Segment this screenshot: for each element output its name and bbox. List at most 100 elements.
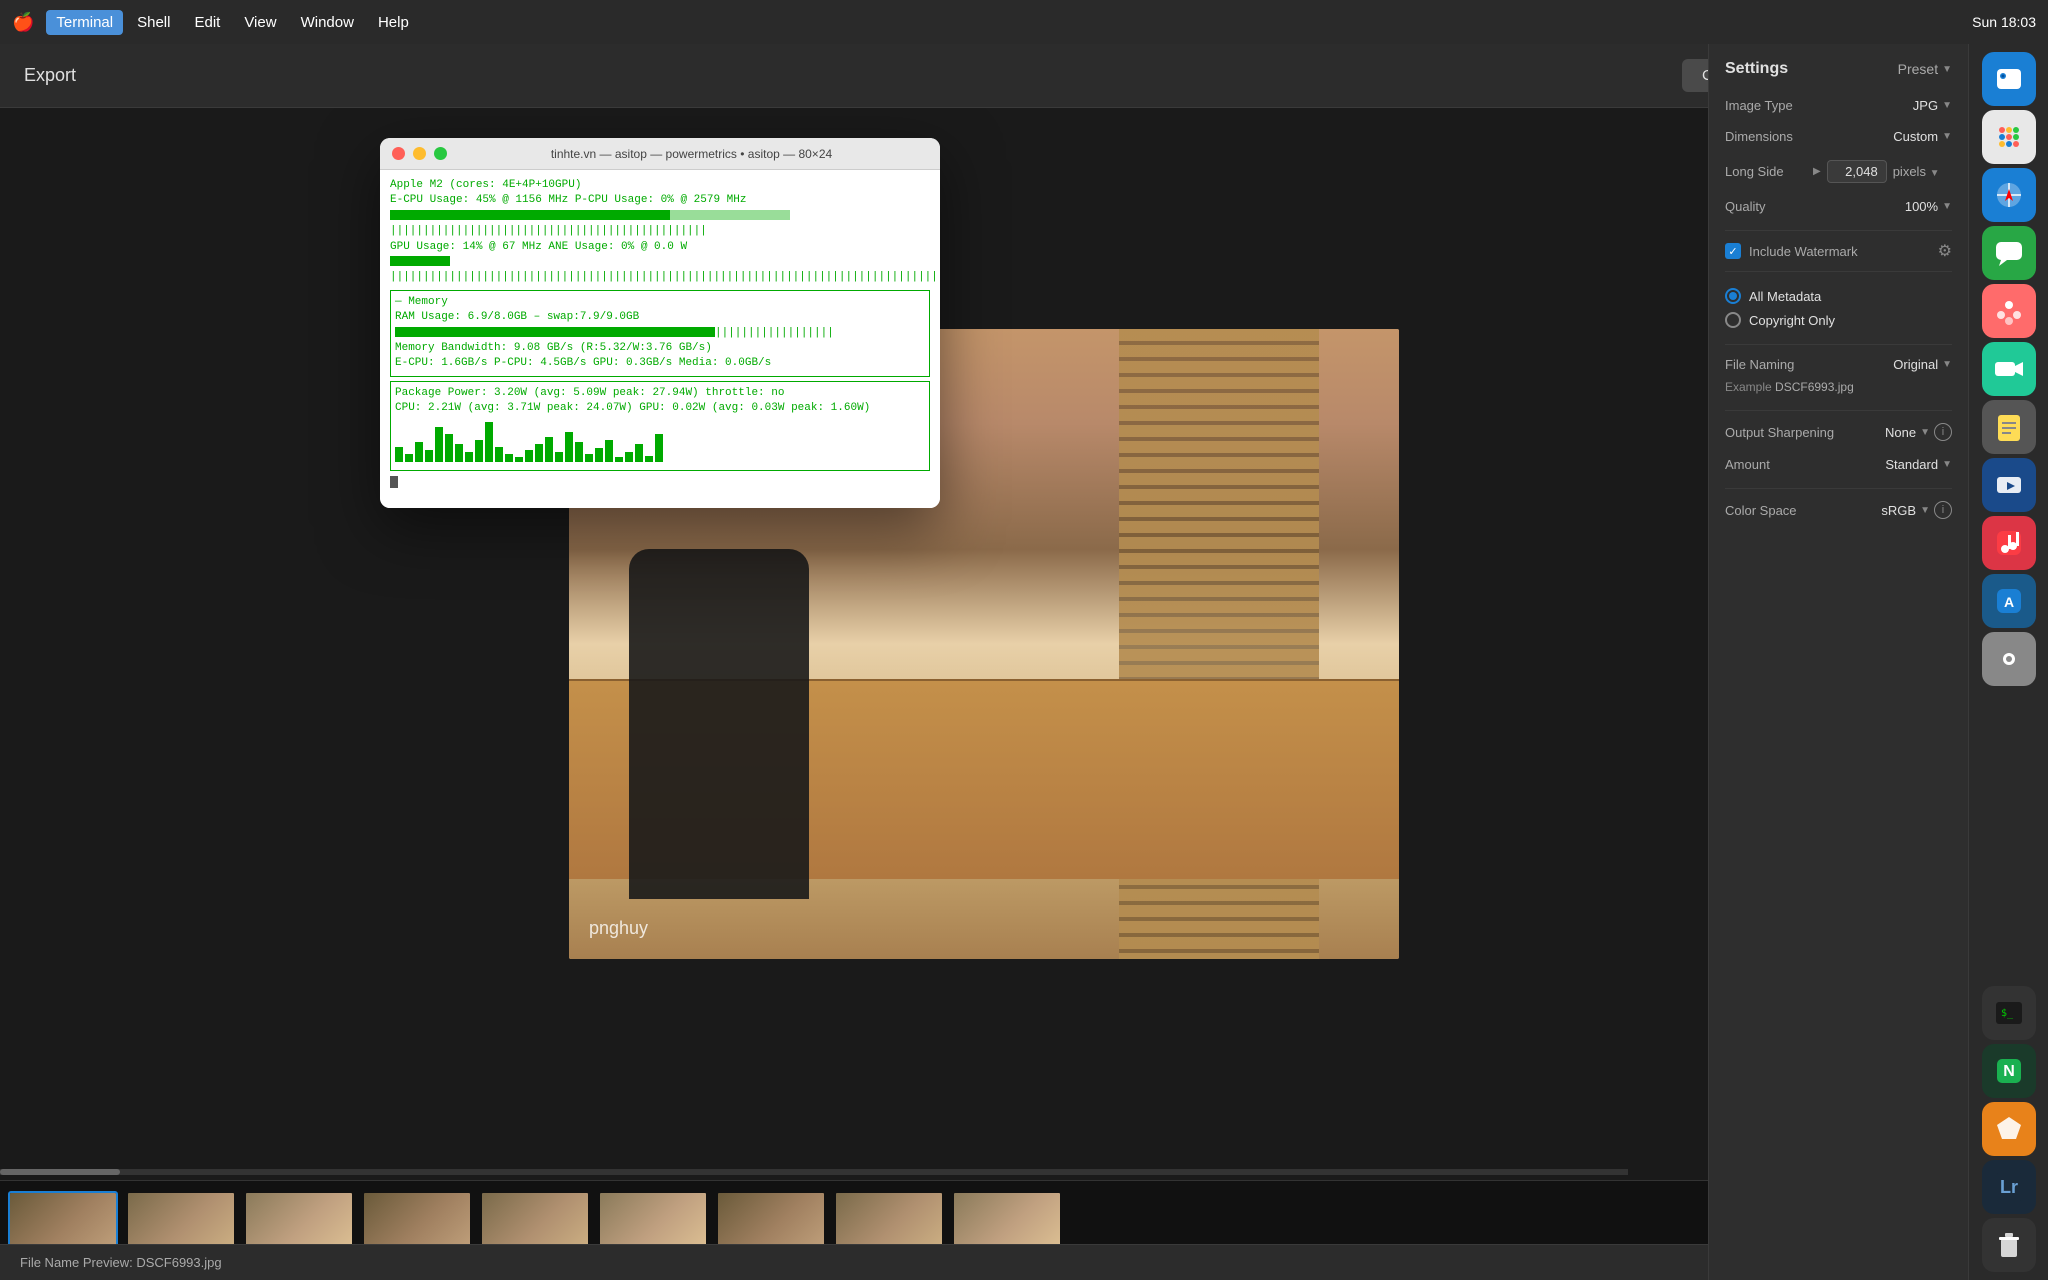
quality-label: Quality — [1725, 199, 1765, 214]
menubar-item-shell[interactable]: Shell — [127, 10, 180, 35]
amount-selector[interactable]: Standard ▼ — [1885, 457, 1952, 472]
terminal-line-1: Apple M2 (cores: 4E+4P+10GPU) — [390, 178, 930, 193]
dock-icon-appletv[interactable] — [1982, 458, 2036, 512]
long-side-unit: pixels — [1893, 164, 1926, 179]
watermark-checkbox[interactable] — [1725, 243, 1741, 259]
output-sharpening-right: None ▼ i — [1885, 423, 1952, 441]
long-side-label: Long Side — [1725, 164, 1805, 179]
watermark-row: Include Watermark ⚙ — [1725, 230, 1952, 272]
long-side-row: Long Side ▶ 2,048 pixels ▼ — [1725, 160, 1952, 183]
scrollbar-thumb[interactable] — [0, 1169, 120, 1175]
dock-icon-launchpad[interactable] — [1982, 110, 2036, 164]
status-filename: File Name Preview: DSCF6993.jpg — [20, 1255, 222, 1270]
dimensions-selector[interactable]: Custom ▼ — [1893, 129, 1952, 144]
photo-watermark: pnghuy — [589, 918, 648, 939]
terminal-mem-line1: RAM Usage: 6.9/8.0GB – swap:7.9/9.0GB — [395, 310, 925, 325]
dock-icon-trash[interactable] — [1982, 1218, 2036, 1272]
terminal-mem-bandwidth: Memory Bandwidth: 9.08 GB/s (R:5.32/W:3.… — [395, 341, 925, 356]
menubar-item-window[interactable]: Window — [291, 10, 364, 35]
menubar-right: Sun 18:03 — [1972, 14, 2036, 30]
menubar-item-help[interactable]: Help — [368, 10, 419, 35]
status-filename-value: DSCF6993.jpg — [136, 1255, 221, 1270]
long-side-input[interactable]: 2,048 — [1827, 160, 1887, 183]
main-content: pnghuy tinhte.vn — asitop — powermetrics… — [0, 108, 1968, 1280]
output-sharpening-row: Output Sharpening None ▼ i — [1725, 423, 1952, 441]
image-type-selector[interactable]: JPG ▼ — [1913, 98, 1952, 113]
menubar-item-view[interactable]: View — [234, 10, 286, 35]
terminal-window[interactable]: tinhte.vn — asitop — powermetrics • asit… — [380, 138, 940, 508]
file-example-label: Example — [1725, 380, 1772, 394]
traffic-light-green[interactable] — [434, 147, 447, 160]
image-type-label: Image Type — [1725, 98, 1793, 113]
file-example-value: DSCF6993.jpg — [1775, 380, 1854, 394]
watermark-gear-icon[interactable]: ⚙ — [1938, 241, 1952, 261]
apple-menu-icon[interactable]: 🍎 — [12, 12, 34, 33]
file-naming-selector[interactable]: Original ▼ — [1893, 357, 1952, 372]
status-filename-label: File Name Preview: — [20, 1255, 133, 1270]
long-side-unit-chevron-icon: ▼ — [1930, 168, 1940, 179]
file-naming-row: File Naming Original ▼ — [1725, 357, 1952, 372]
menubar-item-terminal[interactable]: Terminal — [46, 10, 123, 35]
photo-area: pnghuy tinhte.vn — asitop — powermetrics… — [0, 108, 1968, 1180]
preset-selector[interactable]: Preset ▼ — [1898, 61, 1952, 77]
copyright-only-row: Copyright Only — [1725, 312, 1952, 328]
quality-selector[interactable]: 100% ▼ — [1905, 199, 1952, 214]
dock-icon-music[interactable] — [1982, 516, 2036, 570]
preset-chevron-icon: ▼ — [1942, 64, 1952, 75]
terminal-titlebar: tinhte.vn — asitop — powermetrics • asit… — [380, 138, 940, 170]
svg-text:Lr: Lr — [2000, 1177, 2018, 1197]
color-space-info-icon[interactable]: i — [1934, 501, 1952, 519]
color-space-label: Color Space — [1725, 503, 1797, 518]
image-type-value: JPG — [1913, 98, 1938, 113]
dock-icon-sketch[interactable] — [1982, 1102, 2036, 1156]
section-divider-3 — [1725, 488, 1952, 489]
file-naming-value: Original — [1893, 357, 1938, 372]
all-metadata-radio[interactable] — [1725, 288, 1741, 304]
output-sharpening-info-icon[interactable]: i — [1934, 423, 1952, 441]
menubar: 🍎 Terminal Shell Edit View Window Help S… — [0, 0, 2048, 44]
terminal-line-2: E-CPU Usage: 45% @ 1156 MHz P-CPU Usage:… — [390, 193, 930, 208]
dock-icon-safari[interactable] — [1982, 168, 2036, 222]
dock-icon-settings[interactable] — [1982, 632, 2036, 686]
terminal-line-4: GPU Usage: 14% @ 67 MHz ANE Usage: 0% @ … — [390, 240, 930, 255]
terminal-body: Apple M2 (cores: 4E+4P+10GPU) E-CPU Usag… — [380, 170, 940, 508]
dock-icon-appstore[interactable]: A — [1982, 574, 2036, 628]
dimensions-chevron-icon: ▼ — [1942, 131, 1952, 142]
status-bar: File Name Preview: DSCF6993.jpg Fit 100%… — [0, 1244, 1968, 1280]
dock-icon-evernote[interactable]: N — [1982, 1044, 2036, 1098]
copyright-only-radio[interactable] — [1725, 312, 1741, 328]
terminal-power-line: CPU: 2.21W (avg: 3.71W peak: 24.07W) GPU… — [395, 401, 925, 416]
color-space-value: sRGB — [1881, 503, 1916, 518]
traffic-light-yellow[interactable] — [413, 147, 426, 160]
color-space-selector[interactable]: sRGB ▼ — [1881, 503, 1930, 518]
amount-label: Amount — [1725, 457, 1770, 472]
dimensions-label: Dimensions — [1725, 129, 1793, 144]
dock-icon-messages[interactable] — [1982, 226, 2036, 280]
right-dock: A $_ N Lr — [1968, 44, 2048, 1280]
image-type-chevron-icon: ▼ — [1942, 100, 1952, 111]
dock-icon-notes[interactable] — [1982, 400, 2036, 454]
dock-icon-lightroom[interactable]: Lr — [1982, 1160, 2036, 1214]
dock-icon-facetime[interactable] — [1982, 342, 2036, 396]
color-space-row: Color Space sRGB ▼ i — [1725, 501, 1952, 519]
menubar-item-edit[interactable]: Edit — [184, 10, 230, 35]
section-divider-2 — [1725, 410, 1952, 411]
scrollbar-area[interactable] — [0, 1169, 1628, 1175]
dock-icon-terminal[interactable]: $_ — [1982, 986, 2036, 1040]
traffic-light-red[interactable] — [392, 147, 405, 160]
file-example-row: Example DSCF6993.jpg — [1725, 380, 1952, 394]
all-metadata-row: All Metadata — [1725, 288, 1952, 304]
dock-icon-finder[interactable] — [1982, 52, 2036, 106]
output-sharpening-label: Output Sharpening — [1725, 425, 1834, 440]
dimensions-row: Dimensions Custom ▼ — [1725, 129, 1952, 144]
settings-header: Settings Preset ▼ — [1725, 60, 1952, 78]
quality-value: 100% — [1905, 199, 1938, 214]
image-type-row: Image Type JPG ▼ — [1725, 98, 1952, 113]
terminal-title: tinhte.vn — asitop — powermetrics • asit… — [455, 147, 928, 161]
long-side-unit-selector[interactable]: pixels ▼ — [1893, 164, 1940, 179]
dock-icon-photos[interactable] — [1982, 284, 2036, 338]
all-metadata-label: All Metadata — [1749, 289, 1821, 304]
preset-label: Preset — [1898, 61, 1938, 77]
output-sharpening-selector[interactable]: None ▼ — [1885, 425, 1930, 440]
watermark-left: Include Watermark — [1725, 243, 1858, 259]
